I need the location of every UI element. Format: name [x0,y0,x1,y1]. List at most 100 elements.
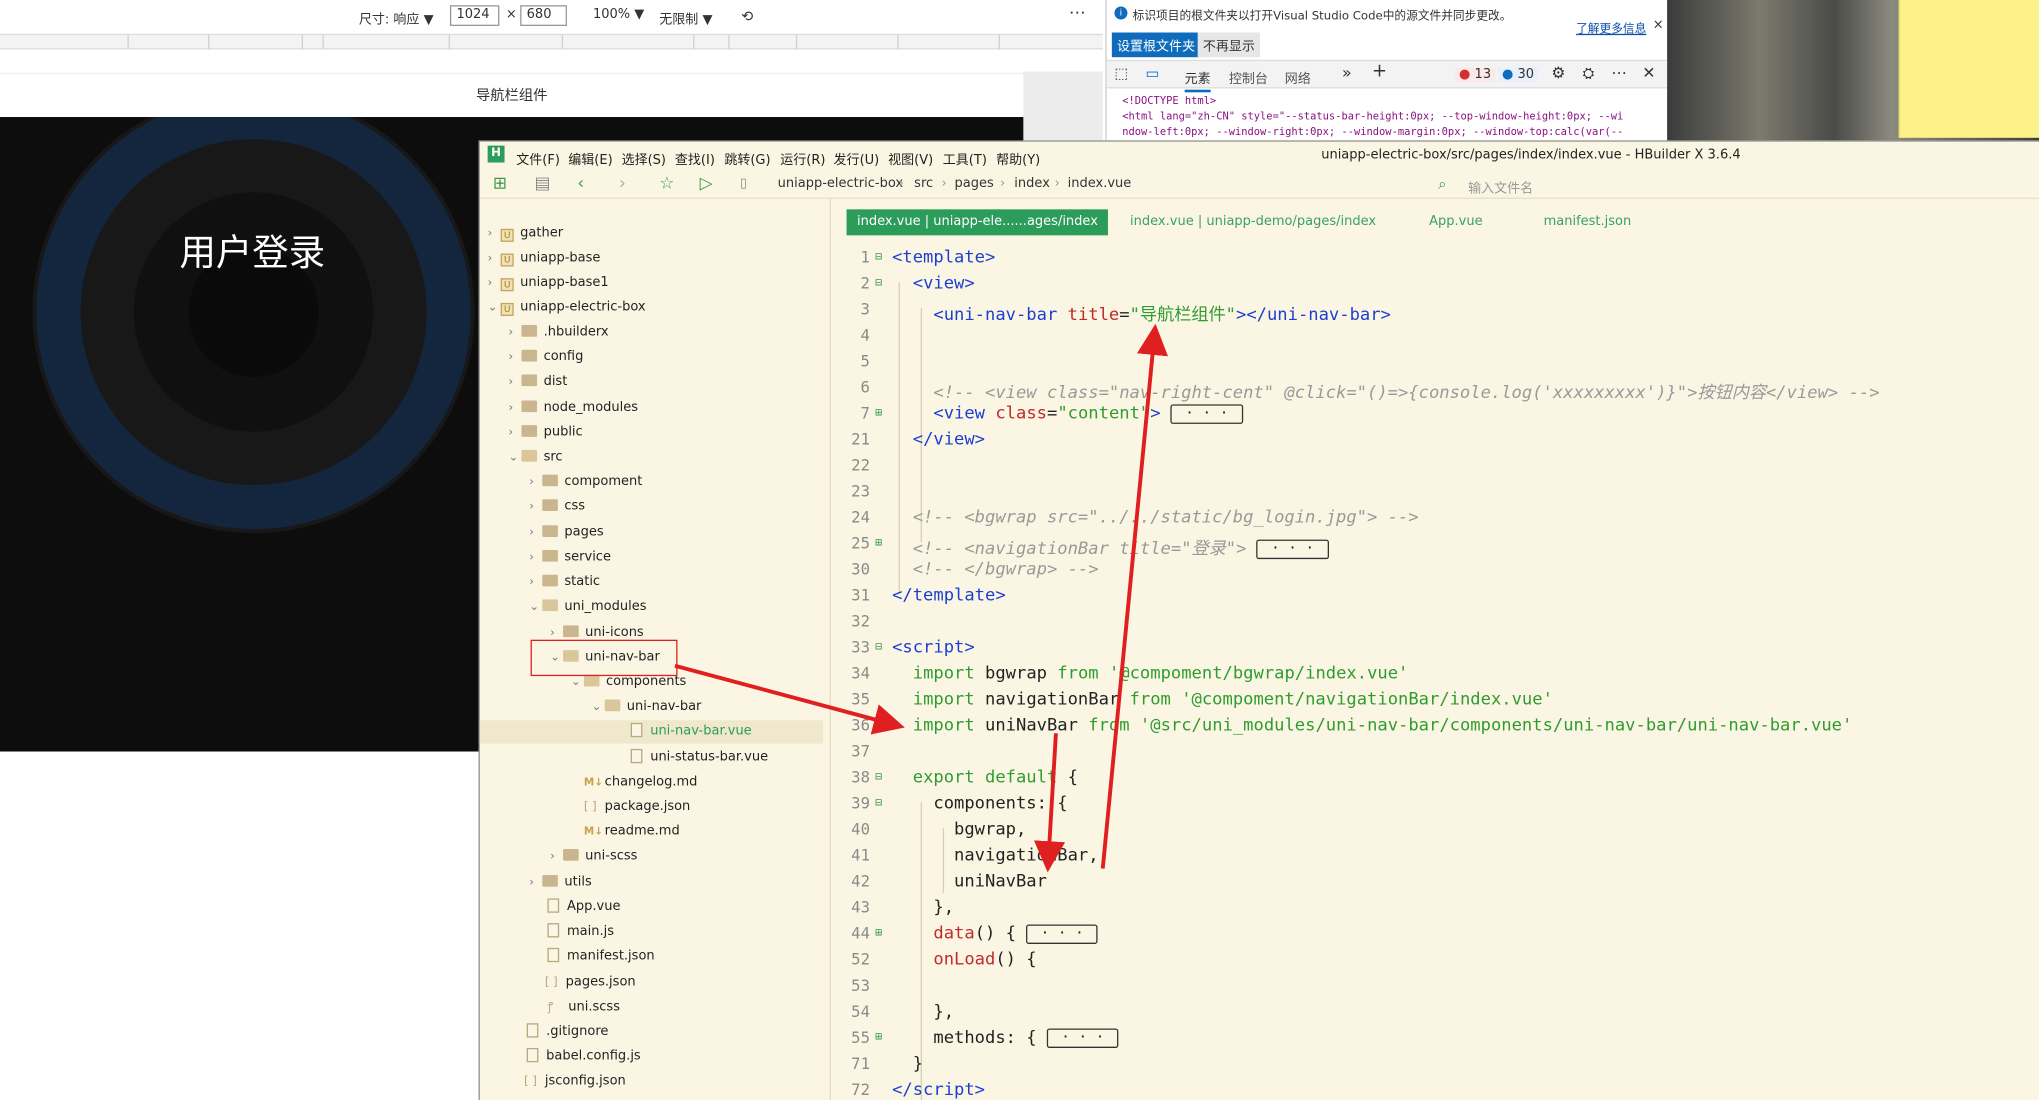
expand-icon[interactable]: ⊞ [875,407,882,420]
expand-icon[interactable]: ⊞ [875,537,882,550]
tree-item-css[interactable]: › css [529,495,585,518]
tree-item-package-json[interactable]: [ ] package.json [584,796,690,819]
menu-help[interactable]: 帮助(Y) [996,148,1040,167]
back-icon[interactable]: ‹ [577,174,584,194]
width-input[interactable]: 1024 [449,5,500,27]
breadcrumb-src[interactable]: src [914,177,933,191]
tree-item-babel-config[interactable]: babel.config.js [526,1045,641,1068]
settings-gear-icon[interactable]: ⚙ [1551,64,1565,82]
throttle-select[interactable]: 无限制 ▼ [659,8,712,27]
tree-item-node-modules[interactable]: › node_modules [508,397,638,420]
tree-item-public[interactable]: › public [508,421,583,444]
breadcrumb-file[interactable]: index.vue [1068,177,1132,191]
menu-goto[interactable]: 跳转(G) [724,148,770,167]
fold-icon[interactable]: ⊟ [875,641,882,654]
bookmark-star-icon[interactable]: ☆ [659,174,674,194]
tree-item-jsconfig[interactable]: [ ] jsconfig.json [524,1070,626,1093]
tree-item-manifest-json[interactable]: manifest.json [547,945,655,968]
tree-item-static[interactable]: › static [529,571,600,594]
tree-item-uni-nav-bar-vue[interactable]: uni-nav-bar.vue [479,720,824,744]
tree-item-gather[interactable]: › Ugather [488,222,563,245]
tree-item-uniapp-electric-box[interactable]: ⌄ Uuniapp-electric-box [488,296,646,319]
warning-badge[interactable]: ● 30 [1498,67,1538,82]
tab-index-vue-demo[interactable]: index.vue | uniapp-demo/pages/index [1120,209,1387,235]
save-icon[interactable]: ▤ [534,174,550,194]
tree-item-uni-nav-bar-folder[interactable]: ⌄ uni-nav-bar [592,696,701,719]
collapsed-block[interactable]: · · · [1256,539,1329,560]
menu-edit[interactable]: 编辑(E) [568,148,612,167]
device-toggle-icon[interactable]: ▭ [1146,65,1160,82]
breadcrumb-project[interactable]: uniapp-electric-box [778,177,903,191]
collapsed-block[interactable]: · · · [1046,1028,1119,1048]
add-tab-icon[interactable]: + [1372,61,1387,82]
new-file-icon[interactable]: ⊞ [493,174,507,194]
tree-item-uniapp-base[interactable]: › Uuniapp-base [488,247,600,270]
zoom-select[interactable]: 100% ▼ [593,8,644,22]
fold-icon[interactable]: ⊟ [875,251,882,264]
tree-item-readme[interactable]: M↓ readme.md [584,820,680,843]
run-icon[interactable]: ▷ [700,174,713,194]
tab-network[interactable]: 网络 [1285,68,1311,87]
breadcrumb-index[interactable]: index [1014,177,1050,191]
menu-tools[interactable]: 工具(T) [943,148,987,167]
tree-item-dist[interactable]: › dist [508,371,567,394]
more-icon[interactable]: ⋯ [1611,64,1627,82]
error-badge[interactable]: ● 13 [1455,67,1496,82]
set-root-folder-button[interactable]: 设置根文件夹 [1111,32,1201,58]
height-input[interactable]: 680 [520,5,567,27]
tree-item-service[interactable]: › service [529,546,611,569]
file-search-input[interactable]: 输入文件名 [1468,177,1533,196]
tab-app-vue[interactable]: App.vue [1419,209,1493,235]
menu-run[interactable]: 运行(R) [780,148,825,167]
tree-item-hbuilderx[interactable]: › .hbuilderx [508,321,609,344]
expand-icon[interactable]: ⊞ [875,1031,882,1044]
fold-icon[interactable]: ⊟ [875,771,882,784]
tree-item-compoment[interactable]: › compoment [529,471,642,494]
line-number: 37 [851,742,870,761]
menu-publish[interactable]: 发行(U) [834,148,880,167]
tree-item-app-vue[interactable]: App.vue [547,896,620,919]
close-notice-icon[interactable]: × [1653,18,1664,32]
tree-item-src[interactable]: ⌄ src [508,446,563,469]
tree-item-gitignore[interactable]: .gitignore [526,1021,608,1044]
code-editor[interactable]: 1 ⊟ <template> 2 ⊟ <view> 3 <uni-nav-bar… [831,243,2039,1100]
rotate-icon[interactable]: ⟲ [741,8,753,25]
tree-item-pages[interactable]: › pages [529,521,604,544]
tree-item-uni-modules[interactable]: ⌄ uni_modules [529,595,646,618]
tab-index-vue-electric-box[interactable]: index.vue | uniapp-ele......ages/index [846,209,1109,236]
menu-file[interactable]: 文件(F) [516,148,560,167]
tab-manifest-json[interactable]: manifest.json [1533,209,1641,235]
menu-select[interactable]: 选择(S) [622,148,666,167]
fold-icon[interactable]: ⊟ [875,277,882,290]
more-tabs-icon[interactable]: » [1342,64,1352,82]
tree-item-config[interactable]: › config [508,346,583,369]
breadcrumb-pages[interactable]: pages [954,177,993,191]
tree-item-utils[interactable]: › utils [529,871,592,894]
dimensions-select[interactable]: 尺寸: 响应 ▼ [359,8,434,27]
project-icon: ▯ [739,176,748,192]
menu-find[interactable]: 查找(I) [675,148,715,167]
tree-item-uni-status-bar-vue[interactable]: uni-status-bar.vue [630,746,768,769]
code-line: <uni-nav-bar title="导航栏组件"></uni-nav-bar… [933,305,1391,326]
tree-item-uni-scss-folder[interactable]: › uni-scss [550,845,637,868]
collapsed-block[interactable]: · · · [1170,404,1243,424]
forward-icon[interactable]: › [619,174,626,194]
tree-item-changelog[interactable]: M↓ changelog.md [584,771,698,794]
close-devtools-icon[interactable]: ✕ [1642,64,1655,82]
share-icon[interactable]: ⛭ [1583,65,1594,83]
inspect-icon[interactable]: ⬚ [1114,65,1128,82]
hbuilder-logo-icon: H [487,145,505,163]
expand-icon[interactable]: ⊞ [875,927,882,940]
learn-more-link[interactable]: 了解更多信息 [1576,20,1646,36]
dont-show-again-button[interactable]: 不再显示 [1197,32,1261,58]
collapsed-block[interactable]: · · · [1026,924,1099,944]
tree-item-uniapp-base1[interactable]: › Uuniapp-base1 [488,272,609,295]
tab-console[interactable]: 控制台 [1229,68,1268,87]
tab-elements[interactable]: 元素 [1184,68,1211,93]
menu-view[interactable]: 视图(V) [888,148,933,167]
fold-icon[interactable]: ⊟ [875,797,882,810]
tree-item-pages-json[interactable]: [ ] pages.json [545,971,636,994]
tree-item-main-js[interactable]: main.js [547,921,614,944]
tree-item-uni-scss[interactable]: ꝭ uni.scss [547,996,620,1019]
more-options-icon[interactable]: ⋯ [1069,4,1086,24]
